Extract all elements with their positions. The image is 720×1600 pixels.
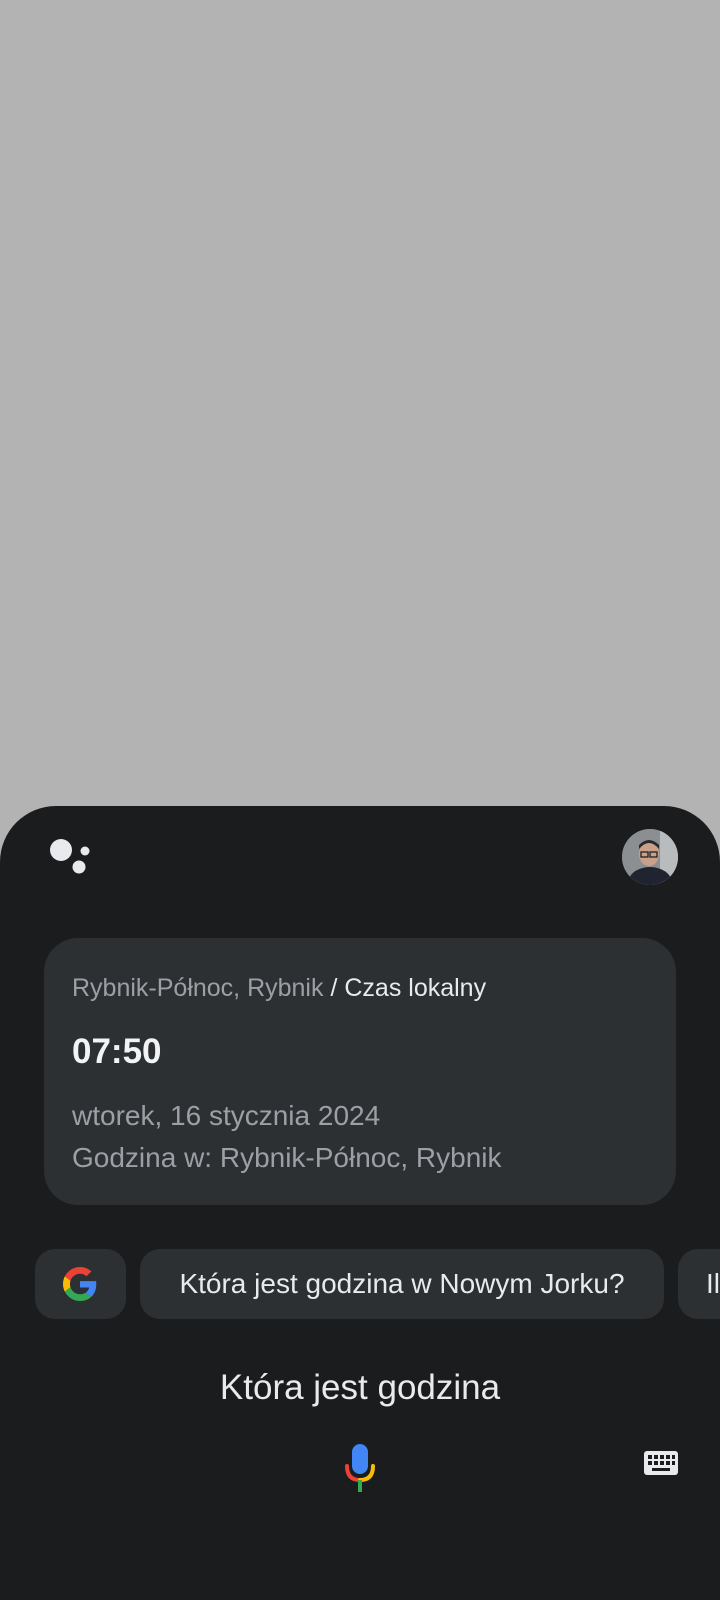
current-time: 07:50 xyxy=(72,1032,162,1071)
local-time-label: Czas lokalny xyxy=(344,974,487,1002)
dimmed-background[interactable] xyxy=(0,0,720,806)
microphone-icon[interactable] xyxy=(344,1444,376,1492)
google-search-chip[interactable] xyxy=(35,1249,126,1319)
location-separator: / xyxy=(330,974,338,1002)
local-time-card[interactable]: Rybnik-Północ, Rybnik / Czas lokalny 07:… xyxy=(44,938,676,1205)
google-g-icon xyxy=(63,1267,97,1301)
spoken-query: Która jest godzina xyxy=(219,1368,501,1407)
suggestion-chip-partial[interactable]: Il xyxy=(678,1249,720,1319)
assistant-dots-icon xyxy=(50,839,90,874)
avatar-photo-icon xyxy=(622,829,678,885)
keyboard-icon[interactable] xyxy=(643,1450,679,1476)
time-place: Godzina w: Rybnik-Północ, Rybnik xyxy=(72,1142,502,1173)
user-avatar[interactable] xyxy=(622,829,678,885)
time-location-line: Rybnik-Północ, Rybnik / Czas lokalny xyxy=(72,974,486,1003)
assistant-sheet: Rybnik-Północ, Rybnik / Czas lokalny 07:… xyxy=(0,806,720,1600)
current-date: wtorek, 16 stycznia 2024 xyxy=(72,1100,381,1131)
suggestion-chip[interactable]: Która jest godzina w Nowym Jorku? xyxy=(140,1249,664,1319)
location-name: Rybnik-Północ, Rybnik xyxy=(72,974,324,1002)
